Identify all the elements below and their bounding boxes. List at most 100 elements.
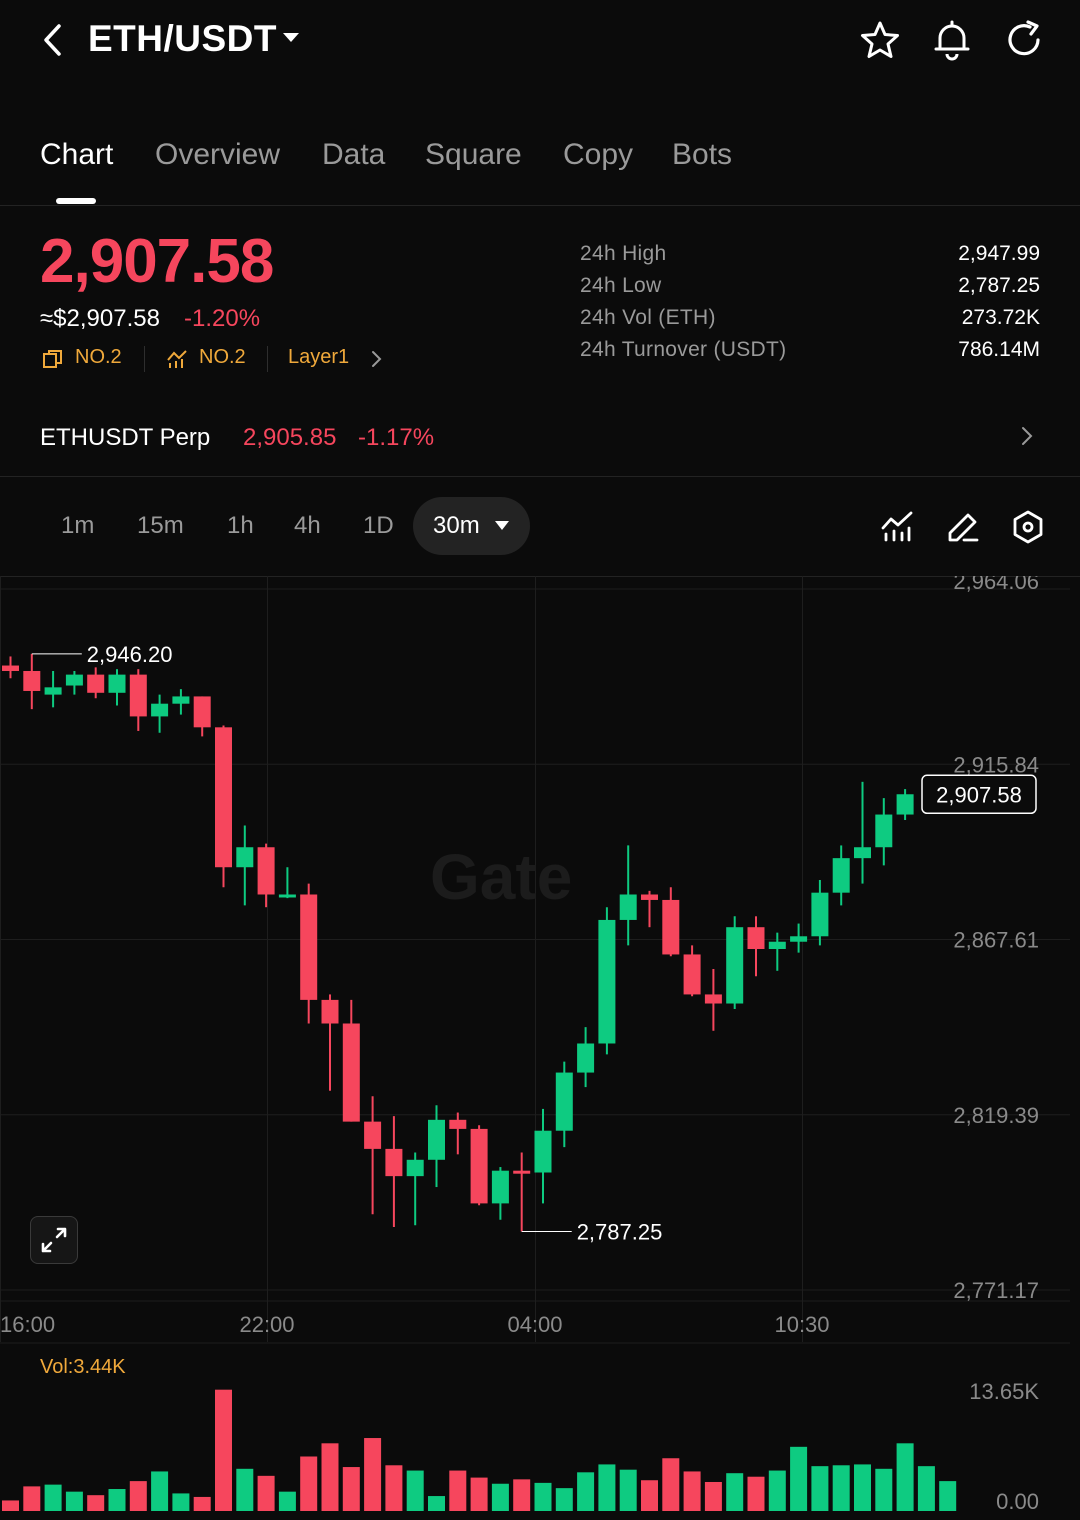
interval-1h[interactable]: 1h	[227, 512, 254, 540]
volume-bar	[215, 1389, 232, 1511]
active-tab-indicator	[56, 198, 96, 204]
candle-body	[832, 858, 850, 893]
volume-bar	[23, 1486, 41, 1511]
top-bar: ETH/USDT	[0, 0, 1080, 90]
perp-name: ETHUSDT Perp	[40, 424, 211, 451]
volume-bar	[726, 1473, 744, 1511]
candle-body	[428, 1119, 445, 1160]
candle-body	[215, 727, 232, 868]
candles	[2, 653, 914, 1232]
star-icon[interactable]	[858, 18, 902, 62]
x-axis-label: 10:30	[774, 1312, 829, 1337]
tab-copy[interactable]: Copy	[563, 138, 633, 172]
volume-bar	[44, 1484, 62, 1511]
interval-1d[interactable]: 1D	[363, 512, 394, 540]
volume-bar	[683, 1471, 701, 1511]
back-icon[interactable]	[34, 20, 74, 60]
volume-bar	[790, 1446, 808, 1511]
price-chart[interactable]: Gate 2,964.06 2,915.84 2,867.61 2,819.39 2,7…	[0, 576, 1080, 1520]
interval-15m[interactable]: 15m	[137, 512, 184, 540]
volume-bar	[108, 1489, 126, 1511]
volume-bar	[811, 1466, 829, 1511]
stat-value-low: 2,787.25	[958, 274, 1040, 297]
candle-body	[406, 1159, 424, 1177]
volume-bar	[257, 1475, 275, 1511]
tag-divider	[267, 346, 268, 372]
candle-body	[768, 941, 786, 950]
divider	[0, 476, 1080, 477]
volume-bar	[151, 1471, 169, 1511]
volume-bar	[129, 1481, 147, 1511]
candle-body	[726, 927, 744, 1004]
y-axis-label: 2,867.61	[953, 928, 1039, 953]
volume-bar	[641, 1480, 658, 1511]
volume-bar	[896, 1443, 914, 1511]
interval-selected[interactable]: 30m	[433, 512, 480, 540]
candle-body	[811, 892, 829, 937]
candle-body	[704, 994, 722, 1004]
volume-label: Vol:3.44K	[40, 1356, 126, 1378]
volume-bar	[193, 1496, 211, 1511]
candle-body	[65, 674, 83, 686]
pair-title[interactable]: ETH/USDT	[88, 18, 277, 60]
candle-body	[236, 847, 254, 868]
candle-body	[364, 1121, 382, 1149]
chevron-right-icon[interactable]	[1018, 424, 1036, 448]
candle-body	[790, 936, 808, 942]
draw-pen-icon[interactable]	[944, 508, 982, 546]
tab-data[interactable]: Data	[322, 138, 385, 172]
stat-label-low: 24h Low	[580, 274, 662, 297]
x-axis-label: 22:00	[239, 1312, 294, 1337]
tab-square[interactable]: Square	[425, 138, 522, 172]
volume-bar	[406, 1470, 424, 1511]
tab-chart[interactable]: Chart	[40, 138, 113, 172]
volume-bar	[385, 1465, 403, 1511]
rank-tag[interactable]: NO.2	[75, 346, 122, 369]
stat-label-high: 24h High	[580, 242, 667, 265]
stat-value-turnover: 786.14M	[958, 338, 1040, 361]
tab-bots[interactable]: Bots	[672, 138, 732, 172]
volume-bar	[428, 1496, 445, 1511]
fullscreen-button[interactable]	[30, 1216, 78, 1264]
stat-value-high: 2,947.99	[958, 242, 1040, 265]
volume-axis-label: 0.00	[996, 1489, 1039, 1514]
candle-body	[854, 847, 871, 859]
volume-bar	[300, 1456, 318, 1511]
x-axis: 16:00 22:00 04:00 10:30	[0, 1312, 830, 1337]
tab-overview[interactable]: Overview	[155, 138, 280, 172]
usd-price: ≈$2,907.58	[40, 305, 160, 332]
candle-body	[278, 894, 296, 898]
trend-tag[interactable]: NO.2	[199, 346, 246, 369]
bell-icon[interactable]	[930, 18, 974, 62]
volume-bar	[491, 1483, 509, 1511]
candle-body	[513, 1170, 531, 1174]
candle-body	[300, 894, 318, 1000]
volume-bar	[513, 1479, 531, 1511]
candle-body	[598, 919, 616, 1044]
volume-bar	[342, 1467, 360, 1511]
settings-hexagon-icon[interactable]	[1009, 508, 1047, 546]
perp-price: 2,905.85	[243, 424, 337, 451]
trend-icon	[167, 350, 187, 368]
y-axis-label: 2,964.06	[953, 576, 1039, 594]
volume-bar	[364, 1438, 382, 1511]
interval-4h[interactable]: 4h	[294, 512, 321, 540]
indicator-icon[interactable]	[878, 508, 916, 546]
volume-bar	[854, 1464, 871, 1511]
refresh-icon[interactable]	[1002, 18, 1046, 62]
last-price: 2,907.58	[40, 227, 274, 296]
divider	[0, 205, 1080, 206]
volume-bar	[449, 1470, 467, 1511]
interval-1m[interactable]: 1m	[61, 512, 94, 540]
candle-body	[2, 665, 19, 671]
volume-bar	[875, 1468, 893, 1511]
watermark: Gate	[430, 841, 572, 913]
candle-body	[193, 696, 211, 728]
rank-icon	[43, 350, 62, 368]
candle-body	[896, 794, 914, 815]
caret-down-icon[interactable]	[280, 26, 302, 48]
volume-bar	[321, 1443, 339, 1511]
caret-down-icon[interactable]	[493, 518, 511, 534]
category-tag[interactable]: Layer1	[288, 346, 349, 369]
chevron-right-icon[interactable]	[368, 348, 386, 370]
